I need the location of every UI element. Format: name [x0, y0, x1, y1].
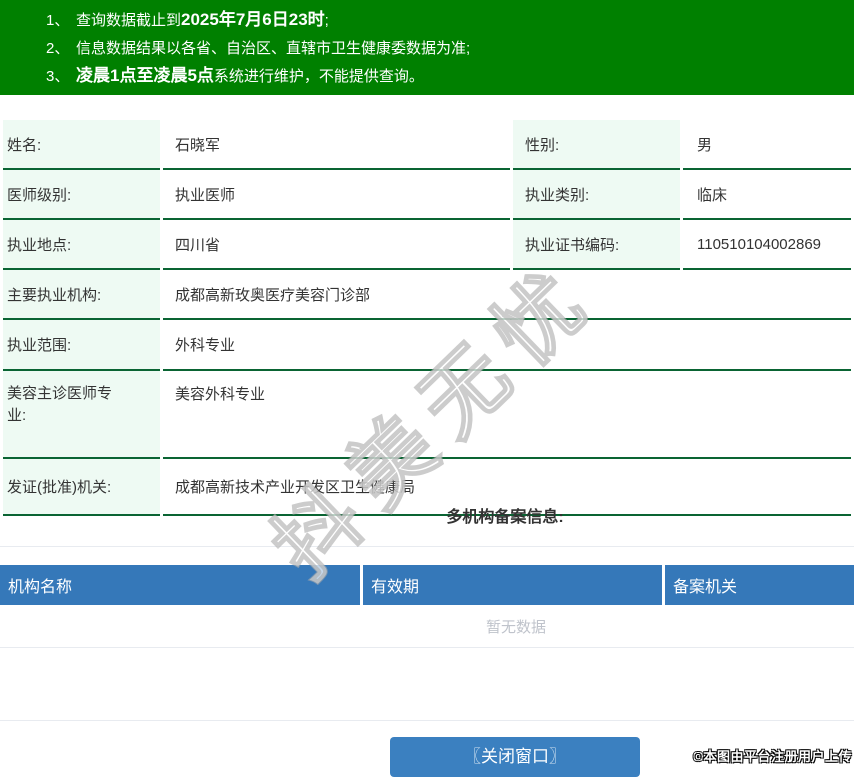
notice-line-3: 3、 凌晨1点至凌晨5点系统进行维护，不能提供查询。	[0, 62, 854, 90]
value-gender: 男	[683, 120, 851, 170]
multi-org-table-header: 机构名称 有效期 备案机关	[0, 565, 854, 605]
table-row: 美容主诊医师专业: 美容外科专业	[3, 371, 851, 459]
column-header-institution-name: 机构名称	[0, 565, 363, 605]
value-practice-scope: 外科专业	[163, 320, 851, 371]
table-row: 执业范围: 外科专业	[3, 320, 851, 371]
table-row: 执业地点: 四川省 执业证书编码: 110510104002869	[3, 220, 851, 270]
divider	[0, 720, 854, 721]
notice-text: 信息数据结果以各省、自治区、直辖市卫生健康委数据为准;	[76, 40, 471, 57]
value-name: 石晓军	[163, 120, 510, 170]
table-row: 医师级别: 执业医师 执业类别: 临床	[3, 170, 851, 220]
notice-bold-text: 2025年7月6日23时	[181, 10, 325, 29]
image-upload-caption: ©本图由平台注册用户上传	[693, 749, 852, 764]
value-practice-category: 临床	[683, 170, 851, 220]
table-row: 主要执业机构: 成都高新玫奥医疗美容门诊部	[3, 270, 851, 320]
practitioner-info-table: 姓名: 石晓军 性别: 男 医师级别: 执业医师 执业类别: 临床 执业地点: …	[0, 120, 854, 516]
close-window-button[interactable]: 〖关闭窗口〗	[390, 737, 640, 777]
label-cosmetic-specialty: 美容主诊医师专业:	[3, 371, 160, 459]
license-query-result-page: { "colors": { "banner_green": "#008000",…	[0, 0, 854, 777]
label-practice-scope: 执业范围:	[3, 320, 160, 371]
value-practice-location: 四川省	[163, 220, 510, 270]
value-cosmetic-specialty: 美容外科专业	[163, 371, 851, 459]
value-main-institution: 成都高新玫奥医疗美容门诊部	[163, 270, 851, 320]
notice-banner: 1、 查询数据截止到2025年7月6日23时; 2、 信息数据结果以各省、自治区、直…	[0, 0, 854, 95]
notice-line-1: 1、 查询数据截止到2025年7月6日23时;	[0, 6, 854, 34]
notice-text: 查询数据截止到	[76, 12, 182, 29]
notice-bold-text: 凌晨1点至凌晨5点	[76, 66, 214, 85]
notice-number: 2、	[46, 40, 70, 57]
value-doctor-level: 执业医师	[163, 170, 510, 220]
label-name: 姓名:	[3, 120, 160, 170]
notice-text: ;	[324, 12, 329, 29]
divider	[0, 546, 854, 547]
label-certificate-number: 执业证书编码:	[513, 220, 680, 270]
empty-data-placeholder: 暂无数据	[485, 619, 546, 636]
divider	[0, 647, 854, 648]
column-header-filing-authority: 备案机关	[673, 579, 738, 596]
notice-line-2: 2、 信息数据结果以各省、自治区、直辖市卫生健康委数据为准;	[0, 34, 854, 62]
column-header-validity-period: 有效期	[363, 565, 665, 605]
notice-number: 3、	[46, 68, 70, 85]
table-row: 姓名: 石晓军 性别: 男	[3, 120, 851, 170]
notice-text: 系统进行维护，不能提供查询。	[213, 68, 424, 85]
label-gender: 性别:	[513, 120, 680, 170]
label-main-institution: 主要执业机构:	[3, 270, 160, 320]
notice-number: 1、	[46, 12, 70, 29]
value-certificate-number: 110510104002869	[683, 220, 851, 270]
label-practice-category: 执业类别:	[513, 170, 680, 220]
label-practice-location: 执业地点:	[3, 220, 160, 270]
label-doctor-level: 医师级别:	[3, 170, 160, 220]
multi-org-section-title: 多机构备案信息:	[446, 509, 564, 526]
